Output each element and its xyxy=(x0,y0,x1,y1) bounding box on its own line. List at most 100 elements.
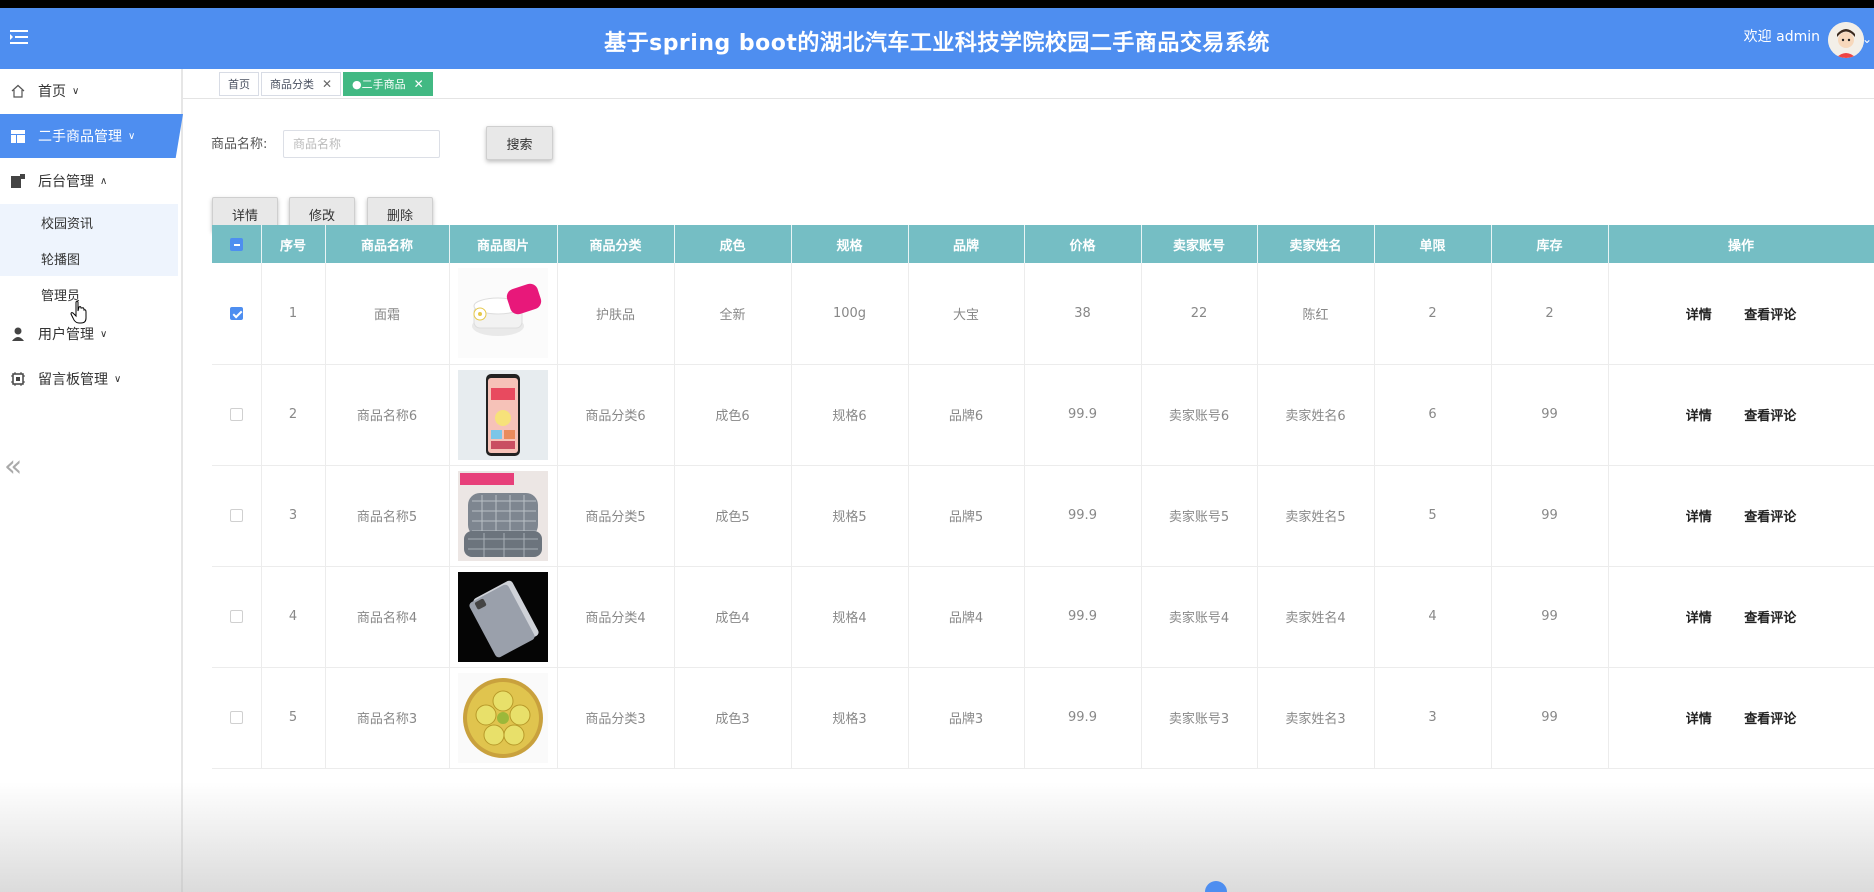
cell-no: 1 xyxy=(261,263,326,365)
sidebar-item-label: 首页 xyxy=(38,84,66,100)
cell-image xyxy=(449,364,558,466)
user-icon xyxy=(0,327,36,341)
column-header[interactable]: 规格 xyxy=(791,225,909,263)
sidebar-item-users[interactable]: 用户管理 ∨ xyxy=(0,312,183,356)
table-row[interactable]: 5 商品名称3 商品分类3 成色3 规格3 品牌3 99.9 卖家账号3 卖家姓… xyxy=(212,667,1874,769)
column-header: 操作 xyxy=(1608,225,1874,263)
cell-seller-name: 卖家姓名3 xyxy=(1257,667,1375,769)
search-input[interactable] xyxy=(283,130,440,158)
column-header[interactable]: 序号 xyxy=(261,225,326,263)
cell-condition: 成色3 xyxy=(674,667,792,769)
cell-ops: 详情 查看评论 xyxy=(1608,566,1874,668)
sidebar-subitem-carousel[interactable]: 轮播图 xyxy=(0,240,178,276)
row-detail-link[interactable]: 详情 xyxy=(1686,409,1712,424)
row-checkbox[interactable] xyxy=(229,610,243,623)
row-detail-link[interactable]: 详情 xyxy=(1686,510,1712,525)
cell-image xyxy=(449,667,558,769)
cell-seller-account: 卖家账号6 xyxy=(1141,364,1258,466)
cell-stock: 99 xyxy=(1491,465,1609,567)
row-checkbox[interactable] xyxy=(229,711,243,724)
search-button[interactable]: 搜索 xyxy=(486,126,553,160)
row-detail-link[interactable]: 详情 xyxy=(1686,308,1712,323)
avatar[interactable] xyxy=(1828,22,1864,58)
search-label: 商品名称: xyxy=(211,137,268,152)
select-all-cell xyxy=(212,225,262,263)
column-header[interactable]: 卖家姓名 xyxy=(1257,225,1375,263)
cell-stock: 99 xyxy=(1491,364,1609,466)
cell-price: 99.9 xyxy=(1024,465,1142,567)
sidebar-item-goods[interactable]: 二手商品管理 ∨ xyxy=(0,114,183,158)
cell-price: 99.9 xyxy=(1024,566,1142,668)
cell-seller-name: 卖家姓名4 xyxy=(1257,566,1375,668)
row-detail-link[interactable]: 详情 xyxy=(1686,712,1712,727)
chevron-down-icon: ∨ xyxy=(72,85,80,97)
column-header[interactable]: 成色 xyxy=(674,225,792,263)
main-area: 首页 ∨ 二手商品管理 ∨ 后台管理 ∧ 校园资讯 轮播图 管理员 用户管理 ∨ xyxy=(0,69,1874,892)
column-header[interactable]: 商品分类 xyxy=(557,225,675,263)
sidebar-item-home[interactable]: 首页 ∨ xyxy=(0,69,183,113)
cell-name: 商品名称6 xyxy=(325,364,450,466)
admin-icon xyxy=(0,174,36,188)
cell-price: 99.9 xyxy=(1024,364,1142,466)
cell-no: 4 xyxy=(261,566,326,668)
row-checkbox[interactable] xyxy=(229,509,243,522)
cell-seller-account: 22 xyxy=(1141,263,1258,365)
row-select-cell xyxy=(212,566,262,668)
cell-stock: 99 xyxy=(1491,566,1609,668)
cell-name: 面霜 xyxy=(325,263,450,365)
sidebar-item-admin[interactable]: 后台管理 ∧ xyxy=(0,159,183,203)
layout-icon xyxy=(0,129,36,143)
column-header[interactable]: 价格 xyxy=(1024,225,1142,263)
column-header[interactable]: 品牌 xyxy=(908,225,1025,263)
row-comments-link[interactable]: 查看评论 xyxy=(1744,611,1796,626)
chevron-down-icon[interactable]: ⌄ xyxy=(1862,32,1872,46)
cell-brand: 品牌5 xyxy=(908,465,1025,567)
cell-ops: 详情 查看评论 xyxy=(1608,465,1874,567)
cell-brand: 品牌4 xyxy=(908,566,1025,668)
collapse-sidebar-icon[interactable]: « xyxy=(4,449,22,484)
column-header[interactable]: 商品名称 xyxy=(325,225,450,263)
cell-no: 2 xyxy=(261,364,326,466)
sidebar-item-messages[interactable]: 留言板管理 ∨ xyxy=(0,357,183,401)
column-header[interactable]: 卖家账号 xyxy=(1141,225,1258,263)
cell-no: 3 xyxy=(261,465,326,567)
phone-image xyxy=(458,369,548,460)
table-row[interactable]: 3 商品名称5 商品分类5 成色5 规格5 品牌5 99.9 卖家账号5 卖家姓… xyxy=(212,465,1874,567)
row-detail-link[interactable]: 详情 xyxy=(1686,611,1712,626)
table-row[interactable]: 1 面霜 护肤品 全新 100g 大宝 38 22 陈红 2 2 详情 查看评论 xyxy=(212,263,1874,365)
cell-spec: 规格3 xyxy=(791,667,909,769)
row-select-cell xyxy=(212,263,262,365)
chevron-down-icon: ∨ xyxy=(100,328,108,340)
table-row[interactable]: 4 商品名称4 商品分类4 成色4 规格4 品牌4 99.9 卖家账号4 卖家姓… xyxy=(212,566,1874,668)
tab-home[interactable]: 首页 xyxy=(219,72,259,96)
cell-spec: 规格6 xyxy=(791,364,909,466)
cell-category: 商品分类3 xyxy=(557,667,675,769)
select-all-checkbox[interactable] xyxy=(229,237,243,251)
column-header[interactable]: 库存 xyxy=(1491,225,1609,263)
bottom-fade-overlay xyxy=(0,782,1874,892)
row-comments-link[interactable]: 查看评论 xyxy=(1744,409,1796,424)
row-checkbox[interactable] xyxy=(229,306,243,320)
table-row[interactable]: 2 商品名称6 商品分类6 成色6 规格6 品牌6 99.9 卖家账号6 卖家姓… xyxy=(212,364,1874,466)
cell-name: 商品名称3 xyxy=(325,667,450,769)
close-icon[interactable]: ✕ xyxy=(414,77,424,91)
cell-seller-name: 卖家姓名5 xyxy=(1257,465,1375,567)
app-title: 基于spring boot的湖北汽车工业科技学院校园二手商品交易系统 xyxy=(604,31,1270,56)
fruit-image xyxy=(458,672,548,763)
row-comments-link[interactable]: 查看评论 xyxy=(1744,308,1796,323)
column-header[interactable]: 单限 xyxy=(1374,225,1492,263)
tab-category[interactable]: 商品分类 ✕ xyxy=(261,72,342,96)
tablet-image xyxy=(458,571,548,662)
sidebar-item-label: 二手商品管理 xyxy=(38,129,122,145)
cell-stock: 99 xyxy=(1491,667,1609,769)
row-comments-link[interactable]: 查看评论 xyxy=(1744,712,1796,727)
row-checkbox[interactable] xyxy=(229,408,243,421)
sidebar-subitem-news[interactable]: 校园资讯 xyxy=(0,204,178,240)
cell-category: 商品分类6 xyxy=(557,364,675,466)
column-header[interactable]: 商品图片 xyxy=(449,225,558,263)
chevron-down-icon: ∨ xyxy=(128,130,136,142)
close-icon[interactable]: ✕ xyxy=(322,77,332,91)
cell-price: 38 xyxy=(1024,263,1142,365)
row-comments-link[interactable]: 查看评论 xyxy=(1744,510,1796,525)
tab-goods[interactable]: ●二手商品 ✕ xyxy=(343,72,433,96)
